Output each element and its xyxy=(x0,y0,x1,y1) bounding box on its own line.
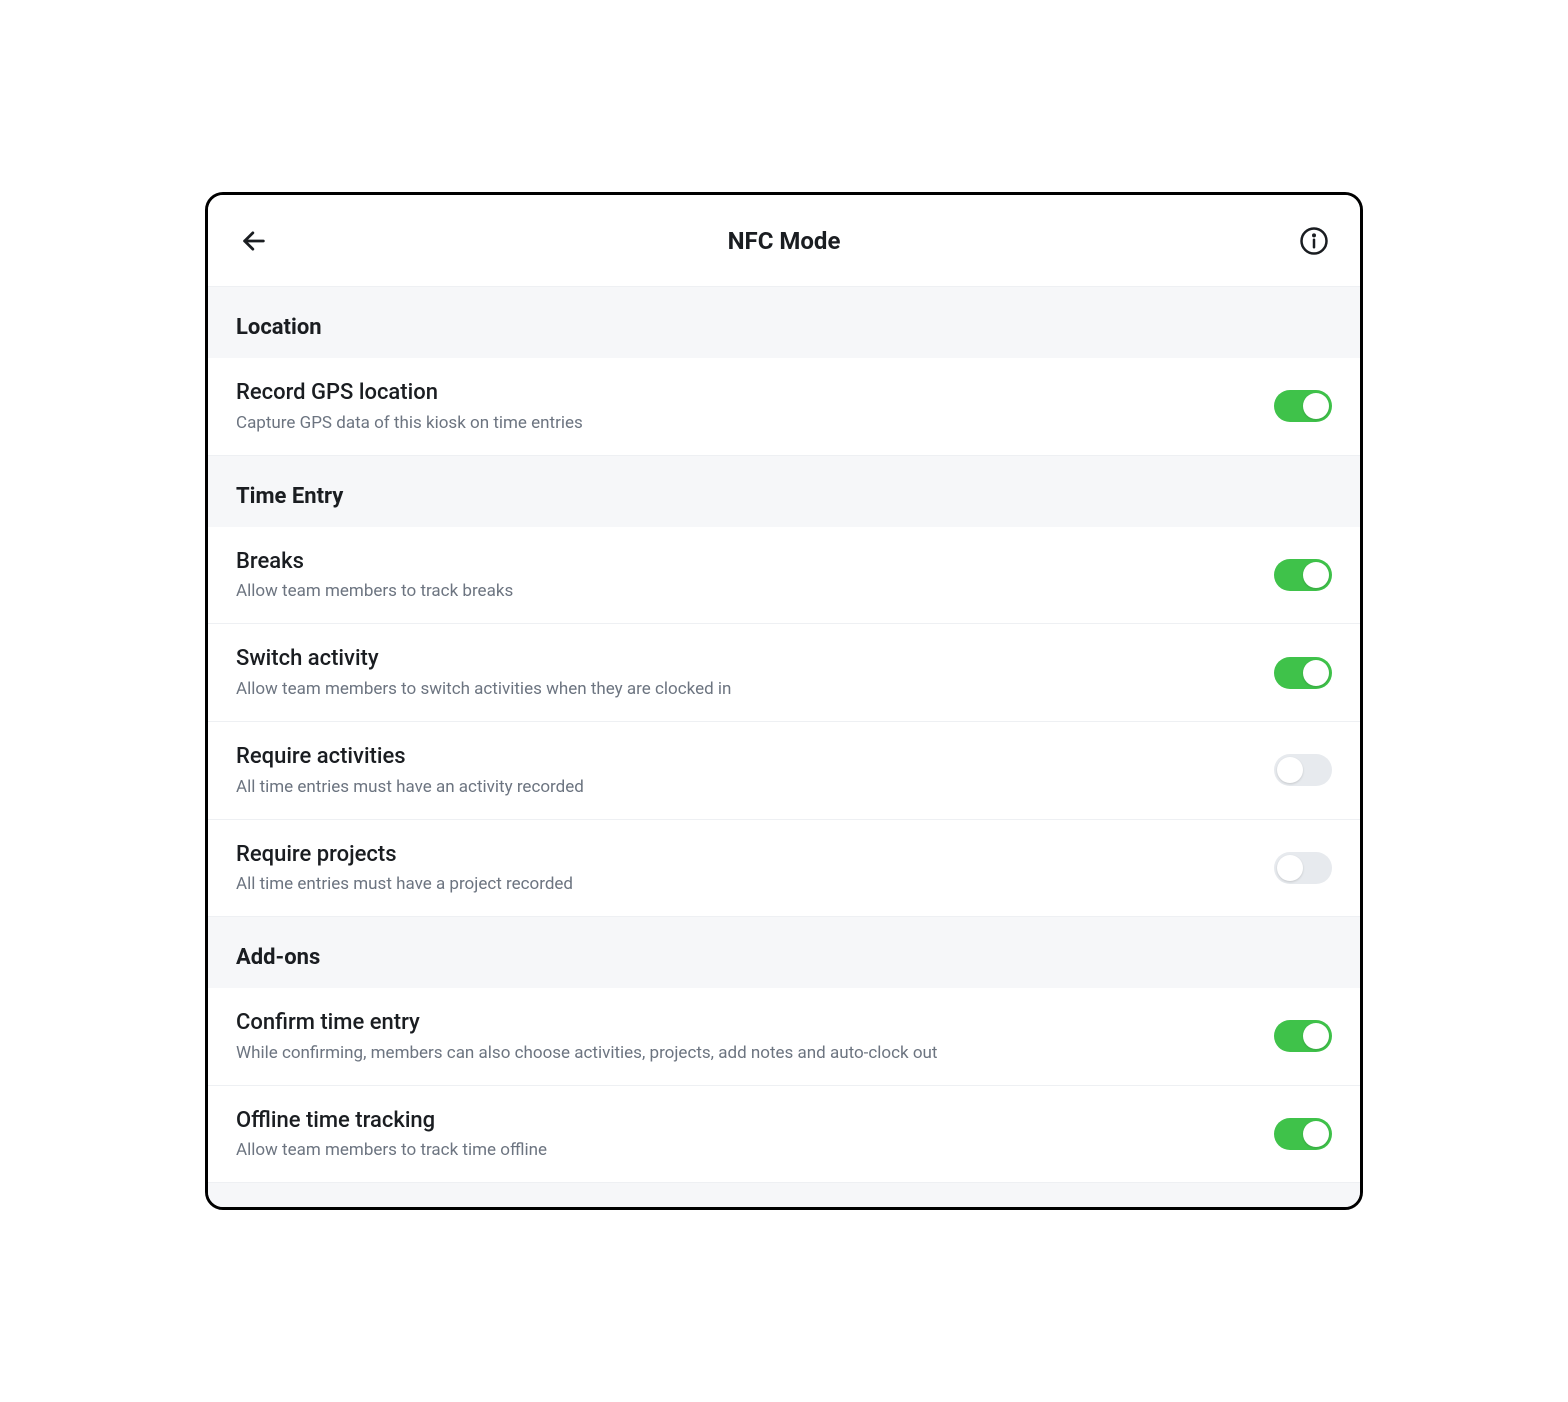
row-breaks: Breaks Allow team members to track break… xyxy=(208,527,1360,625)
row-require-activities: Require activities All time entries must… xyxy=(208,722,1360,820)
section-heading-time-entry: Time Entry xyxy=(208,456,1360,527)
toggle-record-gps[interactable] xyxy=(1274,390,1332,422)
toggle-breaks[interactable] xyxy=(1274,559,1332,591)
section-heading-location: Location xyxy=(208,287,1360,358)
row-require-projects: Require projects All time entries must h… xyxy=(208,820,1360,918)
row-title: Record GPS location xyxy=(236,378,1254,408)
toggle-offline-tracking[interactable] xyxy=(1274,1118,1332,1150)
row-title: Offline time tracking xyxy=(236,1106,1254,1136)
header-bar: NFC Mode xyxy=(208,195,1360,287)
section-heading-addons: Add-ons xyxy=(208,917,1360,988)
row-subtitle: All time entries must have an activity r… xyxy=(236,776,1254,799)
info-icon xyxy=(1299,226,1329,256)
row-title: Switch activity xyxy=(236,644,1254,674)
row-subtitle: Allow team members to track time offline xyxy=(236,1139,1254,1162)
row-title: Require projects xyxy=(236,840,1254,870)
toggle-confirm-time-entry[interactable] xyxy=(1274,1020,1332,1052)
row-record-gps: Record GPS location Capture GPS data of … xyxy=(208,358,1360,456)
row-subtitle: All time entries must have a project rec… xyxy=(236,873,1254,896)
row-subtitle: While confirming, members can also choos… xyxy=(236,1042,1254,1065)
app-frame: NFC Mode Location Record GPS location Ca… xyxy=(205,192,1363,1210)
settings-content: Location Record GPS location Capture GPS… xyxy=(208,287,1360,1207)
row-subtitle: Allow team members to switch activities … xyxy=(236,678,1254,701)
footer-space xyxy=(208,1183,1360,1207)
row-subtitle: Allow team members to track breaks xyxy=(236,580,1254,603)
row-title: Require activities xyxy=(236,742,1254,772)
toggle-require-activities[interactable] xyxy=(1274,754,1332,786)
row-switch-activity: Switch activity Allow team members to sw… xyxy=(208,624,1360,722)
info-button[interactable] xyxy=(1296,223,1332,259)
toggle-require-projects[interactable] xyxy=(1274,852,1332,884)
row-title: Breaks xyxy=(236,547,1254,577)
back-button[interactable] xyxy=(236,223,272,259)
row-confirm-time-entry: Confirm time entry While confirming, mem… xyxy=(208,988,1360,1086)
row-subtitle: Capture GPS data of this kiosk on time e… xyxy=(236,412,1254,435)
arrow-left-icon xyxy=(240,227,268,255)
row-offline-tracking: Offline time tracking Allow team members… xyxy=(208,1086,1360,1184)
row-title: Confirm time entry xyxy=(236,1008,1254,1038)
toggle-switch-activity[interactable] xyxy=(1274,657,1332,689)
page-title: NFC Mode xyxy=(728,227,841,255)
